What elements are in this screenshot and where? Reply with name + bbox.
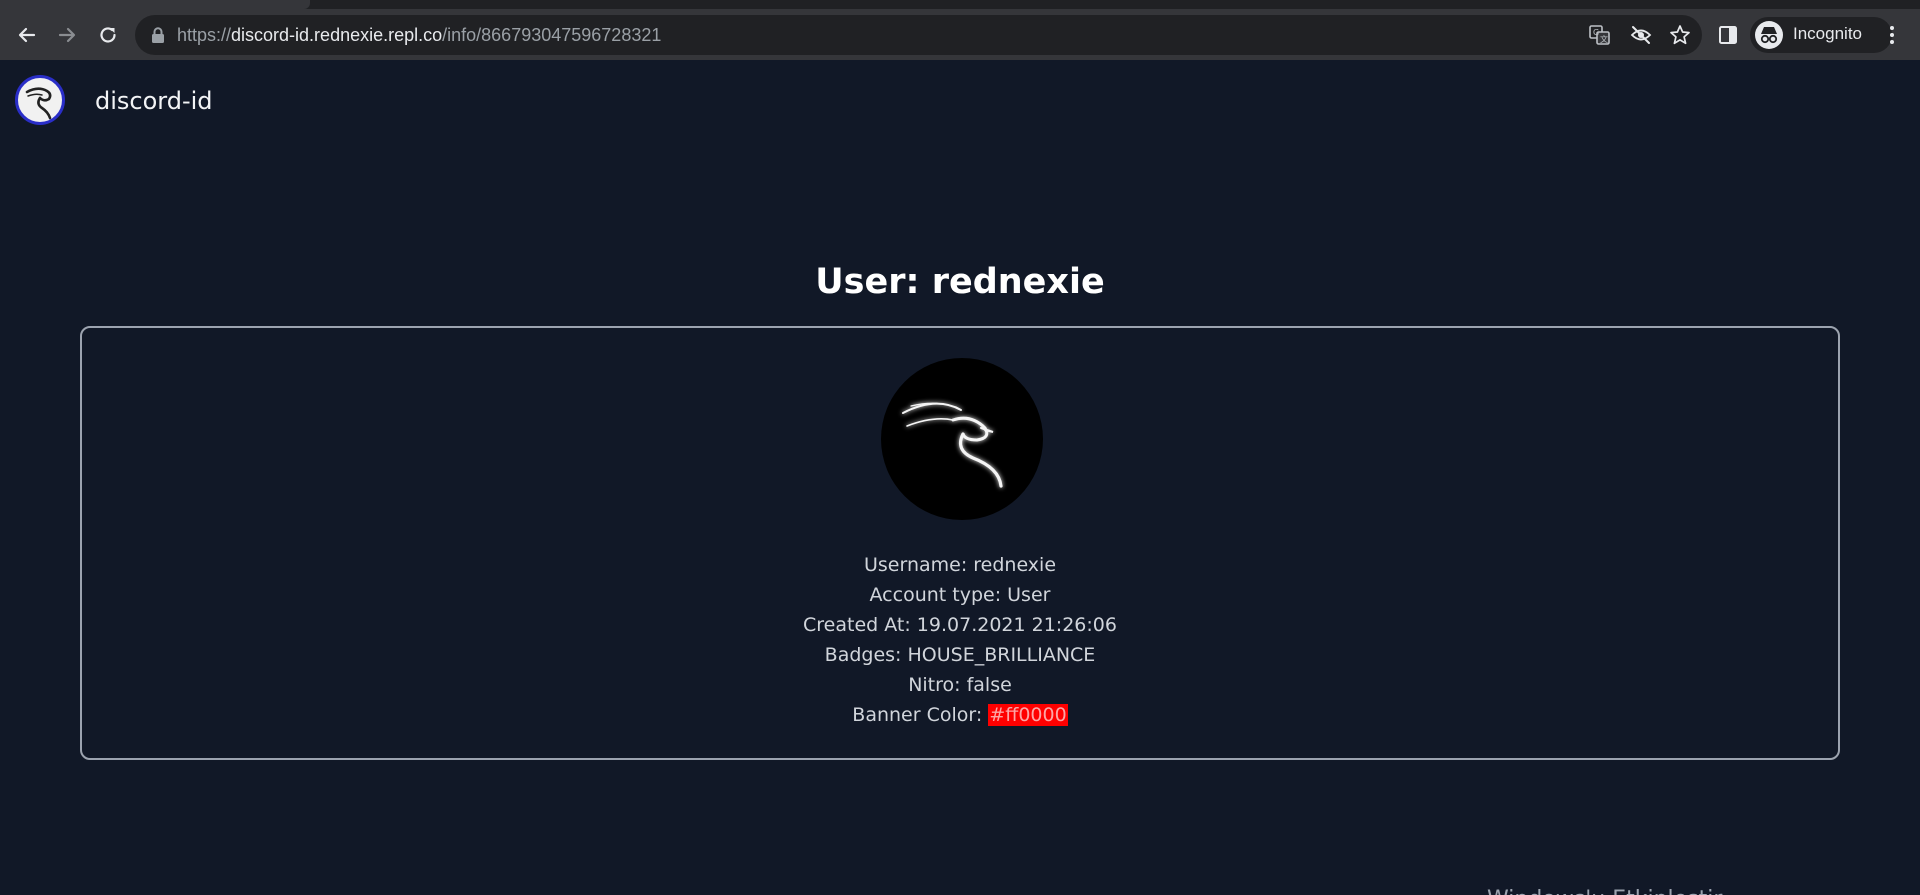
username-text: Username: rednexie [863,554,1057,576]
active-tab[interactable] [0,0,310,9]
incognito-icon [1755,21,1783,49]
site-header: discord-id [0,60,1920,142]
banner-color-value: #ff0000 [988,704,1068,726]
banner-color-label: Banner Color: [852,704,989,726]
account-type-text: Account type: User [869,584,1051,606]
lock-icon[interactable] [151,27,165,43]
nitro-text: Nitro: false [908,674,1012,696]
dragon-logo-icon [25,87,52,120]
windows-activation-watermark: Windows'u Etkinleştir [1487,887,1722,895]
svg-text:G: G [1593,28,1599,37]
star-icon[interactable] [1668,24,1692,46]
page-title: User: rednexie [815,262,1105,302]
url-path: /info/866793047596728321 [442,25,662,45]
site-logo[interactable] [15,75,65,125]
tab-strip [0,0,1920,9]
translate-icon[interactable]: G文 [1588,24,1612,46]
address-bar[interactable]: https://discord-id.rednexie.repl.co/info… [135,15,1702,55]
browser-menu-button[interactable] [1875,18,1909,52]
side-panel-icon [1719,26,1737,44]
site-name[interactable]: discord-id [95,87,213,115]
badges-text: Badges: HOUSE_BRILLIANCE [824,644,1096,666]
user-details: Username: rednexie Account type: User Cr… [82,550,1838,730]
url-host: discord-id.rednexie.repl.co [231,25,443,45]
reload-icon [100,27,116,43]
url-text[interactable]: https://discord-id.rednexie.repl.co/info… [177,25,661,46]
side-panel-button[interactable] [1711,18,1745,52]
reload-button[interactable] [91,18,125,52]
forward-button[interactable] [50,18,84,52]
forward-icon [58,27,76,43]
avatar [881,358,1043,520]
incognito-profile-button[interactable]: Incognito [1750,17,1892,53]
created-at-text: Created At: 19.07.2021 21:26:06 [803,614,1117,636]
back-icon [18,27,36,43]
back-button[interactable] [10,18,44,52]
dragon-avatar-icon [902,402,1003,488]
browser-toolbar: https://discord-id.rednexie.repl.co/info… [0,9,1920,60]
menu-icon [1890,26,1894,44]
url-scheme: https:// [177,25,232,45]
banner-color-row: Banner Color: #ff0000 [82,700,1838,730]
svg-text:文: 文 [1600,34,1608,44]
eye-off-icon[interactable] [1629,24,1653,46]
user-info-card: Username: rednexie Account type: User Cr… [80,326,1840,760]
profile-label: Incognito [1793,24,1862,43]
